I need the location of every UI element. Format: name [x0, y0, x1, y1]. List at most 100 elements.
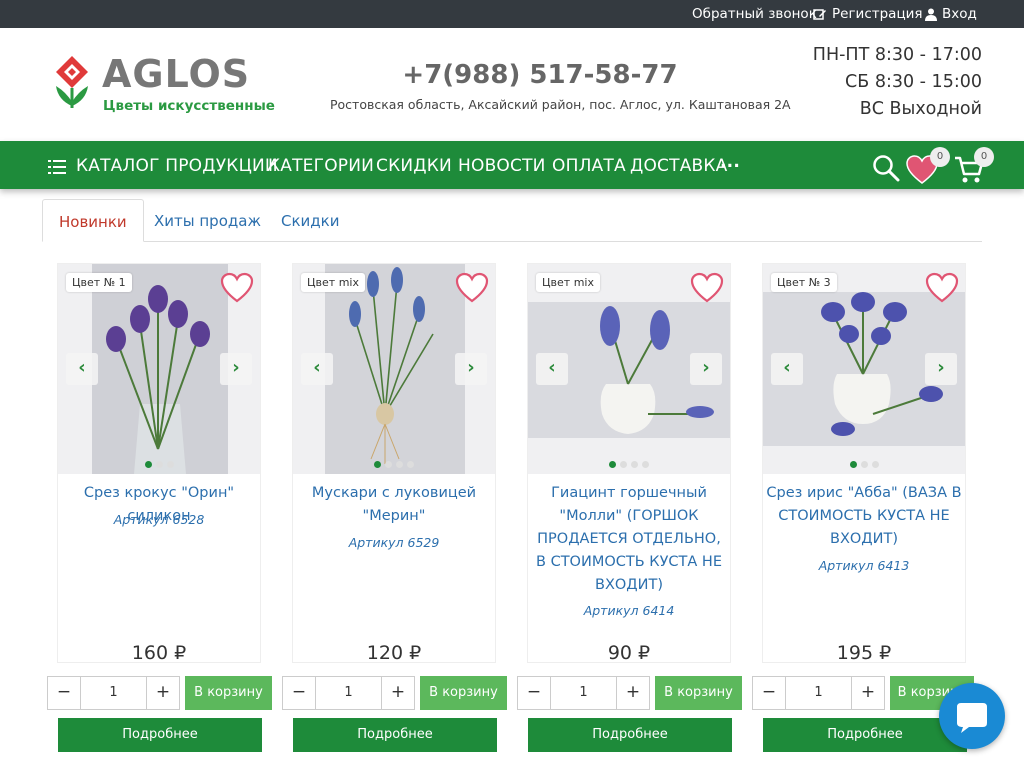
product-image[interactable]: Цвет № 1 ‹ › [58, 264, 260, 474]
color-tag: Цвет № 3 [771, 273, 837, 292]
details-button[interactable]: Подробнее [293, 718, 497, 752]
edit-icon [813, 8, 826, 20]
product-price: 195 ₽ [836, 642, 892, 664]
login-label: Вход [942, 6, 977, 22]
product-card: Цвет № 3 ‹ › Срез ирис "Абба" (ВАЗА В СТ… [762, 263, 966, 664]
quantity-stepper: − 1 + [752, 676, 885, 710]
qty-minus-button[interactable]: − [282, 676, 316, 710]
product-article: Артикул 6413 [818, 558, 910, 573]
tab-new[interactable]: Новинки [42, 199, 144, 242]
add-to-cart-button[interactable]: В корзину [185, 676, 272, 710]
nav-catalog[interactable]: КАТАЛОГ ПРОДУКЦИИ [76, 156, 278, 176]
qty-input[interactable]: 1 [316, 676, 381, 710]
product-image[interactable]: Цвет № 3 ‹ › [763, 264, 965, 474]
details-button[interactable]: Подробнее [58, 718, 262, 752]
list-menu-icon [48, 160, 66, 174]
product-image[interactable]: Цвет mix ‹ › [528, 264, 730, 474]
register-label: Регистрация [832, 6, 923, 22]
add-to-cart-button[interactable]: В корзину [655, 676, 742, 710]
product-card: Цвет № 1 ‹ › Срез крокус "Орин" силикон … [57, 263, 261, 664]
slider-dots [293, 461, 495, 468]
product-title[interactable]: Срез ирис "Абба" (ВАЗА В СТОИМОСТЬ КУСТА… [763, 482, 965, 551]
qty-minus-button[interactable]: − [517, 676, 551, 710]
qty-input[interactable]: 1 [551, 676, 616, 710]
slider-next-button[interactable]: › [925, 353, 957, 385]
nav-news[interactable]: НОВОСТИ [458, 156, 546, 176]
slider-next-button[interactable]: › [455, 353, 487, 385]
chat-widget-button[interactable] [939, 683, 1005, 749]
logo[interactable]: AGLOS Цветы искусственные [52, 52, 275, 116]
qty-input[interactable]: 1 [786, 676, 851, 710]
product-article: Артикул 6414 [583, 603, 675, 618]
qty-plus-button[interactable]: + [146, 676, 180, 710]
slider-prev-button[interactable]: ‹ [771, 353, 803, 385]
logo-tagline: Цветы искусственные [103, 98, 275, 114]
color-tag: Цвет mix [536, 273, 600, 292]
user-icon [925, 8, 937, 21]
add-to-cart-button[interactable]: В корзину [420, 676, 507, 710]
slider-dots [763, 461, 965, 468]
quantity-stepper: − 1 + [517, 676, 650, 710]
qty-minus-button[interactable]: − [47, 676, 81, 710]
nav-discounts[interactable]: СКИДКИ [376, 156, 452, 176]
slider-prev-button[interactable]: ‹ [66, 353, 98, 385]
product-price: 120 ₽ [366, 642, 422, 664]
product-article: Артикул 6529 [348, 535, 440, 550]
nav-payment[interactable]: ОПЛАТА [552, 156, 626, 176]
favorite-heart-icon[interactable] [925, 272, 959, 304]
hours-sunday: ВС Выходной [859, 99, 982, 119]
product-title[interactable]: Мускари с луковицей "Мерин" [293, 482, 495, 528]
chat-bubble-icon [957, 703, 987, 733]
product-card: Цвет mix ‹ › Мускари с луковицей "Мерин"… [292, 263, 496, 664]
tab-bestsellers[interactable]: Хиты продаж [138, 199, 277, 242]
address: Ростовская область, Аксайский район, пос… [330, 97, 791, 112]
nav-more[interactable]: ... [720, 152, 740, 172]
callback-label: Обратный звонок [692, 6, 817, 22]
slider-next-button[interactable]: › [690, 353, 722, 385]
hours-weekdays: ПН-ПТ 8:30 - 17:00 [812, 45, 982, 65]
logo-wordmark: AGLOS [102, 52, 251, 96]
cart-count-badge: 0 [974, 147, 994, 167]
tab-discounts[interactable]: Скидки [265, 199, 355, 242]
product-price: 90 ₽ [607, 642, 651, 664]
product-card: Цвет mix ‹ › Гиацинт горшечный "Молли" (… [527, 263, 731, 664]
quantity-stepper: − 1 + [282, 676, 415, 710]
favorite-heart-icon[interactable] [220, 272, 254, 304]
details-button[interactable]: Подробнее [763, 718, 967, 752]
quantity-stepper: − 1 + [47, 676, 180, 710]
color-tag: Цвет № 1 [66, 273, 132, 292]
nav-delivery[interactable]: ДОСТАВКА [630, 156, 728, 176]
slider-prev-button[interactable]: ‹ [536, 353, 568, 385]
callback-link[interactable]: Обратный звонок [692, 6, 817, 22]
slider-dots [528, 461, 730, 468]
login-link[interactable]: Вход [925, 6, 977, 22]
wishlist-count-badge: 0 [930, 147, 950, 167]
favorite-heart-icon[interactable] [455, 272, 489, 304]
product-article: Артикул 6528 [113, 512, 205, 527]
top-bar: Обратный звонок Регистрация Вход [0, 0, 1024, 28]
slider-prev-button[interactable]: ‹ [301, 353, 333, 385]
color-tag: Цвет mix [301, 273, 365, 292]
qty-input[interactable]: 1 [81, 676, 146, 710]
product-price: 160 ₽ [131, 642, 187, 664]
search-icon[interactable] [872, 154, 900, 182]
hours-saturday: СБ 8:30 - 15:00 [845, 72, 982, 92]
register-link[interactable]: Регистрация [813, 6, 923, 22]
opening-hours: ПН-ПТ 8:30 - 17:00 СБ 8:30 - 15:00 ВС Вы… [813, 42, 982, 123]
cart-button[interactable]: 0 [954, 147, 994, 185]
qty-plus-button[interactable]: + [616, 676, 650, 710]
slider-next-button[interactable]: › [220, 353, 252, 385]
details-button[interactable]: Подробнее [528, 718, 732, 752]
qty-minus-button[interactable]: − [752, 676, 786, 710]
nav-categories[interactable]: КАТЕГОРИИ [268, 156, 374, 176]
qty-plus-button[interactable]: + [851, 676, 885, 710]
phone-number[interactable]: +7(988) 517-58-77 [330, 60, 750, 90]
qty-plus-button[interactable]: + [381, 676, 415, 710]
wishlist-button[interactable]: 0 [906, 147, 950, 185]
favorite-heart-icon[interactable] [690, 272, 724, 304]
product-title[interactable]: Гиацинт горшечный "Молли" (ГОРШОК ПРОДАЕ… [528, 482, 730, 597]
main-nav: КАТАЛОГ ПРОДУКЦИИ КАТЕГОРИИ СКИДКИ НОВОС… [0, 141, 1024, 189]
product-tabs: Новинки Хиты продаж Скидки [42, 199, 982, 242]
product-image[interactable]: Цвет mix ‹ › [293, 264, 495, 474]
tulip-logo-icon [56, 56, 88, 108]
